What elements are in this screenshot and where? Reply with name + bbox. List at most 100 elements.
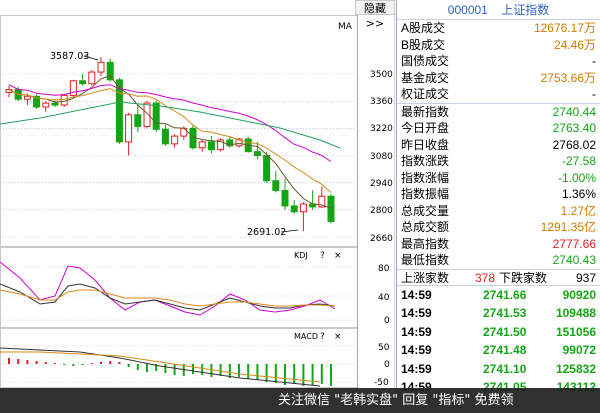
candle-down xyxy=(290,205,298,213)
up-count-value: 378 xyxy=(475,270,496,285)
macd-tick: 50 xyxy=(378,343,390,353)
stat-row: 指数涨幅 -1.00% xyxy=(397,170,600,187)
macd-bar xyxy=(265,364,268,382)
stat-label: 最低指数 xyxy=(401,253,450,267)
tick-time: 14:59 xyxy=(401,343,432,358)
macd-dif-line xyxy=(0,347,321,387)
price-tick: 3080 xyxy=(370,152,393,162)
tick-price: 2741.53 xyxy=(483,306,527,321)
stat-label: 最高指数 xyxy=(401,236,450,251)
macd-tick: -50 xyxy=(374,378,389,388)
tick-row: 14:59 2741.66 90920 xyxy=(397,286,600,305)
macd-bar xyxy=(284,364,286,385)
stat-label: 指数振幅 xyxy=(401,187,450,201)
candle-down xyxy=(161,128,169,145)
question-icon[interactable]: ? xyxy=(320,251,325,261)
stat-label: A股成交 xyxy=(401,21,446,35)
stat-label: 今日开盘 xyxy=(401,121,450,135)
price-tick: 3220 xyxy=(370,124,393,134)
stat-row: 最新指数 2740.44 xyxy=(397,104,600,121)
kline-chart[interactable]: 3500 3360 3220 3080 2940 2800 2660 MA 35… xyxy=(0,0,395,388)
candle-down xyxy=(134,114,142,127)
stat-label: B股成交 xyxy=(401,37,446,52)
candle-down xyxy=(327,195,335,222)
tick-time: 14:59 xyxy=(401,324,432,339)
stat-value: 2740.43 xyxy=(552,253,596,267)
up-count-label: 上涨家数 xyxy=(401,270,450,285)
stat-row: 最高指数 2777.66 xyxy=(397,236,600,253)
close-icon[interactable]: × xyxy=(334,332,342,342)
tick-row: 14:59 2741.50 151056 xyxy=(397,323,600,342)
macd-bar xyxy=(118,362,121,364)
candle-down xyxy=(207,141,215,151)
stat-value: 2768.02 xyxy=(552,137,596,152)
stat-row: 基金成交 2753.66万 xyxy=(397,70,600,87)
close-icon[interactable]: × xyxy=(334,251,342,261)
macd-label: MACD xyxy=(294,332,318,341)
stat-label: 最新指数 xyxy=(401,104,450,119)
candle-up xyxy=(23,95,31,100)
stat-label: 国债成交 xyxy=(401,54,450,68)
stat-value: - xyxy=(592,87,596,101)
macd-bar xyxy=(54,363,56,364)
stat-value: -1.00% xyxy=(557,170,596,185)
high-annotation: 3587.03 xyxy=(50,51,89,62)
down-count-label: 下跌家数 xyxy=(499,270,548,285)
price-tick: 2940 xyxy=(370,179,393,189)
candle-up xyxy=(88,71,96,85)
hide-panel-button[interactable]: 隐藏>> xyxy=(355,0,395,30)
tick-vol: 90920 xyxy=(562,287,596,302)
kdj-label: KDJ xyxy=(294,251,308,260)
candle-down xyxy=(79,80,87,85)
tick-row: 14:59 2741.53 109488 xyxy=(397,304,600,323)
macd-bar xyxy=(44,362,47,364)
question-icon[interactable]: ? xyxy=(320,332,325,342)
stat-label: 昨日收盘 xyxy=(401,137,450,152)
tick-row: 14:59 2741.48 99072 xyxy=(397,341,600,360)
ma20-line xyxy=(8,84,332,162)
stat-row: B股成交 24.46万 xyxy=(397,37,600,54)
macd-bar xyxy=(192,364,194,374)
panel-header: 000001 上证指数 xyxy=(397,0,600,20)
stat-value: 1.36% xyxy=(561,187,596,201)
macd-bar xyxy=(201,364,204,375)
stat-row: 昨日收盘 2768.02 xyxy=(397,137,600,154)
tick-vol: 109488 xyxy=(555,306,596,321)
macd-bar xyxy=(146,364,148,372)
macd-bar xyxy=(302,364,305,386)
macd-bar xyxy=(26,360,29,364)
macd-dea-line xyxy=(0,351,321,383)
tick-vol: 99072 xyxy=(562,343,596,358)
kline-chart-area[interactable]: 3500 3360 3220 3080 2940 2800 2660 MA 35… xyxy=(0,0,395,413)
tick-list: 14:59 2741.66 90920 14:59 2741.53 109488 14:59… xyxy=(397,286,600,398)
watermark-banner: 关注微信 "老韩实盘" 回复 "指标" 免费领 xyxy=(0,388,600,413)
tick-time: 14:59 xyxy=(401,306,432,321)
macd-bar xyxy=(17,359,20,364)
macd-bar xyxy=(311,364,314,385)
candle-down xyxy=(152,102,160,130)
macd-bar xyxy=(247,364,250,379)
stat-label: 指数涨跌 xyxy=(401,154,450,168)
index-name: 上证指数 xyxy=(501,3,550,17)
stat-value: 24.46万 xyxy=(553,37,596,52)
stat-label: 指数涨幅 xyxy=(401,170,450,185)
kdj-lines xyxy=(0,261,336,316)
stat-row: 权证成交 - xyxy=(397,86,600,103)
macd-bar xyxy=(210,364,213,377)
candle-up xyxy=(171,135,179,145)
macd-bar xyxy=(90,363,93,364)
moving-average-lines xyxy=(0,75,341,209)
low-annotation: 2691.02 xyxy=(247,227,286,238)
kdj-tick: 0 xyxy=(384,316,390,326)
stat-value: 12676.17万 xyxy=(533,21,596,35)
stat-row: 总成交量 1.27亿 xyxy=(397,203,600,220)
candle-down xyxy=(253,151,261,157)
stat-value: - xyxy=(592,54,596,68)
macd-bar xyxy=(293,364,296,384)
tick-price: 2741.50 xyxy=(483,324,527,339)
stat-value: 2740.44 xyxy=(552,104,596,119)
volume-section: A股成交 12676.17万 B股成交 24.46万 国债成交 - 基金成交 2753.66万… xyxy=(397,20,600,103)
stat-value: 2753.66万 xyxy=(540,70,596,85)
candle-up xyxy=(42,102,50,108)
stat-row: 最低指数 2740.43 xyxy=(397,252,600,269)
